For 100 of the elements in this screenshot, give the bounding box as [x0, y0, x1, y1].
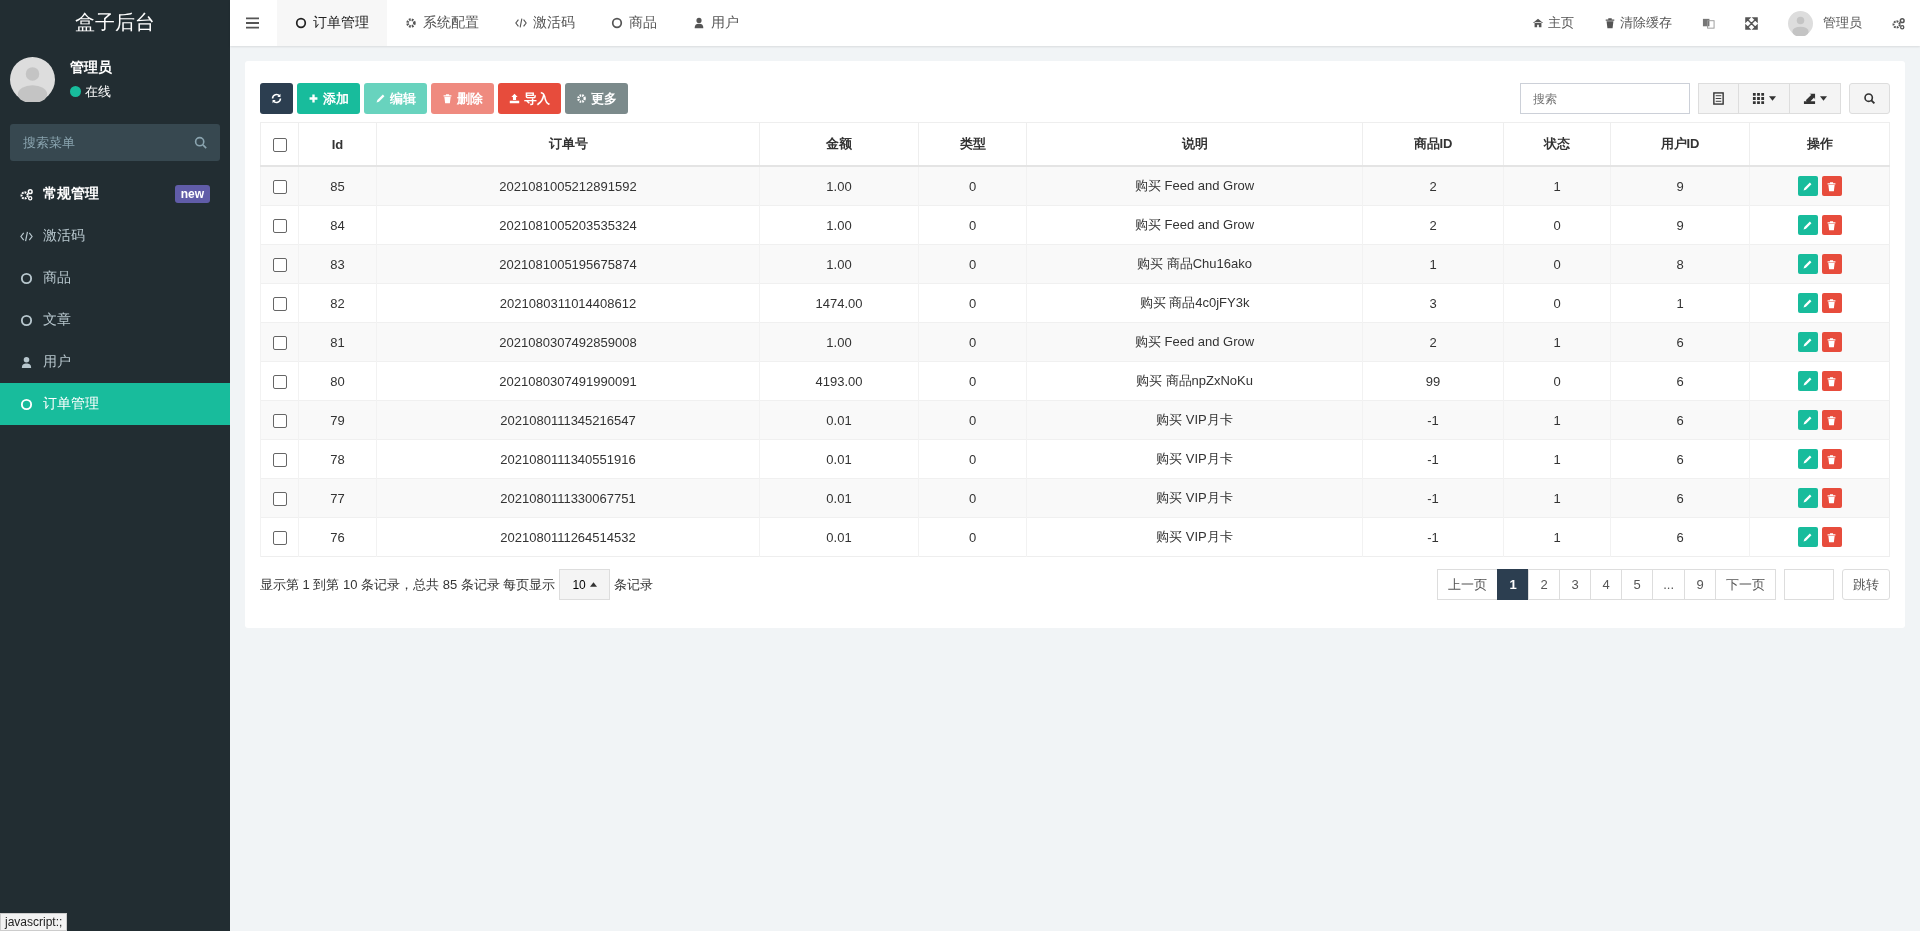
trash-icon	[1826, 492, 1837, 504]
row-checkbox[interactable]	[272, 374, 287, 389]
table-search-field[interactable]: 搜索	[1520, 83, 1690, 114]
delete-button[interactable]	[1821, 293, 1842, 313]
table-cell: 购买 VIP月卡	[1026, 478, 1363, 518]
clear-cache-link[interactable]: 清除缓存	[1589, 14, 1687, 32]
edit-button[interactable]	[1797, 449, 1818, 469]
search-button[interactable]	[1849, 83, 1890, 114]
caret-icon	[589, 582, 597, 587]
circle-icon	[295, 17, 307, 29]
edit-button[interactable]	[1797, 215, 1818, 235]
table-cell: 0	[918, 400, 1027, 440]
page-button[interactable]: 3	[1559, 569, 1592, 600]
page-button[interactable]: 5	[1621, 569, 1654, 600]
columns-button[interactable]	[1738, 83, 1790, 114]
menu-icon[interactable]	[246, 17, 259, 29]
fullscreen-icon[interactable]	[1745, 16, 1758, 30]
edit-button[interactable]	[1797, 410, 1818, 430]
import-button[interactable]: 导入	[498, 83, 561, 114]
home-icon	[1532, 17, 1544, 29]
table-cell: 购买 VIP月卡	[1026, 400, 1363, 440]
home-link[interactable]: 主页	[1517, 14, 1589, 32]
delete-button[interactable]	[1821, 254, 1842, 274]
page-button[interactable]: 1	[1497, 569, 1530, 600]
sidebar-menu-item[interactable]: 用户	[0, 341, 230, 383]
page-button[interactable]: 9	[1684, 569, 1716, 600]
trash-icon	[1826, 297, 1837, 309]
upload-icon	[509, 93, 520, 104]
nav-tab[interactable]: 激活码	[497, 0, 593, 46]
table-cell: 1.00	[759, 322, 919, 362]
delete-button[interactable]	[1821, 410, 1842, 430]
search-icon	[194, 136, 207, 149]
pencil-icon	[1802, 375, 1813, 387]
edit-button[interactable]	[1797, 371, 1818, 391]
table-cell: 1	[1503, 478, 1611, 518]
search-icon	[1863, 92, 1876, 105]
nav-tab[interactable]: 系统配置	[387, 0, 497, 46]
previous-page-button[interactable]: 上一页	[1437, 569, 1499, 600]
table-cell: 0	[918, 517, 1027, 557]
delete-button[interactable]	[1821, 332, 1842, 352]
delete-button[interactable]	[1821, 176, 1842, 196]
jump-button[interactable]: 跳转	[1842, 569, 1890, 600]
more-button[interactable]: 更多	[565, 83, 628, 114]
edit-button[interactable]	[1797, 332, 1818, 352]
edit-button[interactable]	[1797, 176, 1818, 196]
pencil-icon	[1802, 336, 1813, 348]
new-badge: new	[174, 185, 210, 203]
sidebar-menu-item[interactable]: 商品	[0, 257, 230, 299]
refresh-button[interactable]	[260, 83, 293, 114]
translate-icon[interactable]	[1702, 16, 1715, 30]
trash-icon	[442, 93, 453, 104]
delete-button[interactable]	[1821, 371, 1842, 391]
row-checkbox[interactable]	[272, 452, 287, 467]
edit-button[interactable]	[1797, 254, 1818, 274]
circle-icon	[20, 271, 33, 285]
row-checkbox[interactable]	[272, 179, 287, 194]
sidebar-menu-item[interactable]: 激活码	[0, 215, 230, 257]
table-cell: 购买 Feed and Grow	[1026, 322, 1363, 362]
nav-tab[interactable]: 商品	[593, 0, 675, 46]
pencil-icon	[1802, 297, 1813, 309]
user-menu[interactable]: 管理员	[1773, 10, 1877, 36]
page-button[interactable]: ...	[1652, 569, 1685, 600]
nav-tab[interactable]: 用户	[675, 0, 757, 46]
export-button[interactable]	[1789, 83, 1841, 114]
toggle-view-button[interactable]	[1698, 83, 1739, 114]
delete-button[interactable]	[1821, 527, 1842, 547]
row-checkbox[interactable]	[272, 218, 287, 233]
row-checkbox[interactable]	[272, 257, 287, 272]
row-checkbox[interactable]	[272, 530, 287, 545]
table-cell: -1	[1362, 478, 1504, 518]
pagination-summary: 显示第 1 到第 10 条记录，总共 85 条记录 每页显示	[260, 575, 556, 594]
trash-icon	[1826, 336, 1837, 348]
row-checkbox[interactable]	[272, 413, 287, 428]
sidebar-menu-item[interactable]: 常规管理 new	[0, 173, 230, 215]
row-checkbox[interactable]	[272, 296, 287, 311]
page-size-dropdown[interactable]: 10	[559, 569, 610, 600]
delete-button[interactable]	[1821, 215, 1842, 235]
page-number-field[interactable]	[1784, 569, 1834, 600]
row-checkbox[interactable]	[272, 491, 287, 506]
row-checkbox[interactable]	[272, 335, 287, 350]
page-button[interactable]: 2	[1528, 569, 1561, 600]
user-status: 在线	[85, 82, 111, 101]
select-all-checkbox[interactable]	[272, 137, 287, 152]
gears-icon[interactable]	[1892, 16, 1905, 30]
edit-button[interactable]	[1797, 488, 1818, 508]
caret-icon	[1769, 96, 1776, 101]
table-cell: 77	[298, 478, 377, 518]
edit-button[interactable]	[1797, 527, 1818, 547]
nav-tab[interactable]: 订单管理	[277, 0, 387, 46]
delete-button[interactable]	[1821, 449, 1842, 469]
table-cell: 购买 VIP月卡	[1026, 517, 1363, 557]
page-button[interactable]: 4	[1590, 569, 1623, 600]
edit-button[interactable]	[1797, 293, 1818, 313]
next-page-button[interactable]: 下一页	[1715, 569, 1776, 600]
sidebar-menu-item[interactable]: 文章	[0, 299, 230, 341]
table-cell: 79	[298, 400, 377, 440]
delete-button[interactable]	[1821, 488, 1842, 508]
pencil-icon	[1802, 414, 1813, 426]
menu-search-field[interactable]: 搜索菜单	[10, 124, 220, 161]
circle-icon	[611, 17, 623, 29]
